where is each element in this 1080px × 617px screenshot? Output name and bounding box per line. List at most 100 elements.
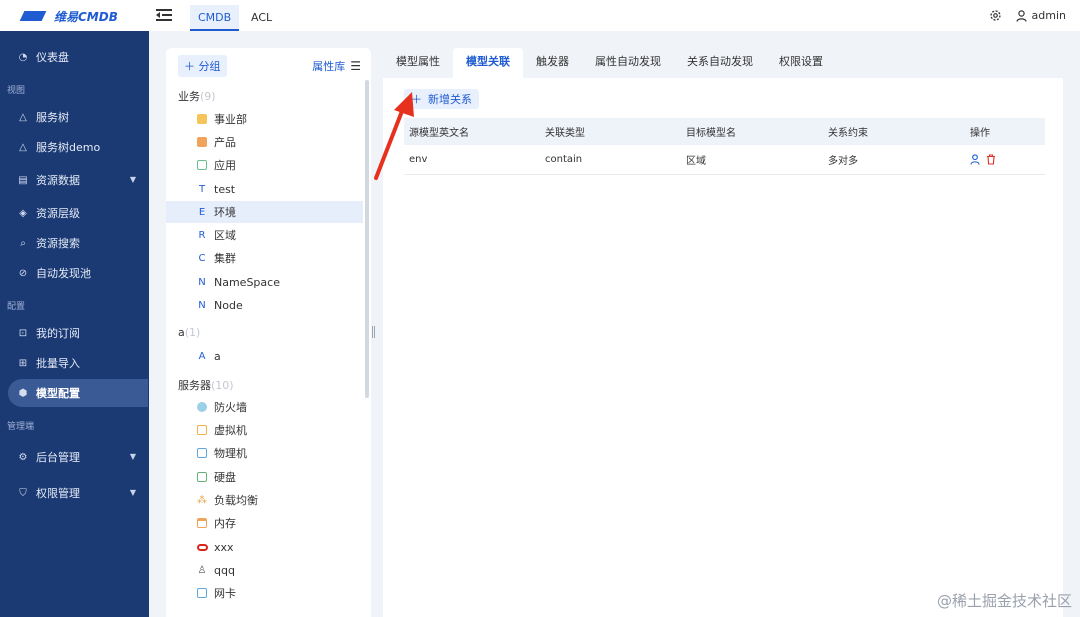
- sidebar-item-my-subscriptions[interactable]: ⊡ 我的订阅: [8, 319, 148, 347]
- bookmark-icon: ⊡: [18, 327, 28, 339]
- tree-item-xxx[interactable]: xxx: [166, 536, 363, 558]
- group-title-a[interactable]: a(1): [178, 326, 200, 339]
- sidebar-item-label: 资源层级: [36, 207, 80, 220]
- add-group-button[interactable]: ＋ 分组: [178, 55, 227, 77]
- table-header: 源模型英文名 关联类型 目标模型名 关系约束 操作: [404, 118, 1045, 145]
- tree-item-a[interactable]: A a: [166, 345, 363, 367]
- letter-n-icon: N: [198, 276, 206, 288]
- sidebar-section-view: 视图: [7, 86, 26, 96]
- annotation-arrow-icon: [374, 92, 414, 180]
- tree-item-label: 防火墙: [214, 401, 247, 414]
- app-icon: [196, 159, 208, 171]
- top-bar: 维易CMDB CMDB ACL admin: [0, 0, 1080, 31]
- table-row: env contain 区域 多对多: [404, 145, 1045, 175]
- tree-item-region[interactable]: R 区域: [166, 224, 363, 246]
- tree-item-load-balancer[interactable]: ⁂ 负载均衡: [166, 489, 363, 511]
- top-tab-acl[interactable]: ACL: [243, 5, 280, 31]
- tree-item-qqq[interactable]: ♙ qqq: [166, 559, 363, 581]
- logo-text: 维易CMDB: [54, 9, 118, 24]
- tab-model-relations[interactable]: 模型关联: [453, 48, 523, 78]
- sidebar-section-config: 配置: [7, 302, 26, 312]
- tree-item-memory[interactable]: 内存: [166, 512, 363, 534]
- group-count: (9): [200, 90, 216, 103]
- tree-item-disk[interactable]: 硬盘: [166, 466, 363, 488]
- tree-item-label: xxx: [214, 540, 234, 554]
- tab-relation-autodiscovery[interactable]: 关系自动发现: [674, 48, 766, 78]
- tree-item-label: Node: [214, 298, 243, 312]
- tree-icon: △: [19, 111, 27, 123]
- tab-model-attributes[interactable]: 模型属性: [383, 48, 453, 78]
- layers-icon: ◈: [19, 207, 27, 219]
- tree-item-cluster[interactable]: C 集群: [166, 247, 363, 269]
- plus-icon: ＋: [184, 60, 199, 73]
- letter-n-icon: N: [198, 299, 206, 311]
- chevron-down-icon: ▼: [129, 175, 136, 184]
- tab-permissions[interactable]: 权限设置: [766, 48, 836, 78]
- tree-item-business-unit[interactable]: 事业部: [166, 108, 363, 130]
- sidebar-item-label: 服务树demo: [36, 141, 101, 154]
- tree-item-label: 区域: [214, 229, 236, 242]
- logo[interactable]: 维易CMDB: [22, 6, 118, 26]
- permission-user-icon[interactable]: [970, 154, 980, 165]
- cell-target: 区域: [686, 156, 706, 167]
- attribute-library-label: 属性库: [312, 60, 346, 73]
- sidebar-item-label: 自动发现池: [36, 267, 91, 280]
- cell-source: env: [409, 154, 428, 165]
- sidebar-item-discovery-pool[interactable]: ⊘ 自动发现池: [8, 259, 148, 287]
- tree-item-node[interactable]: N Node: [166, 294, 363, 316]
- column-header-actions: 操作: [970, 128, 990, 139]
- tree-item-application[interactable]: 应用: [166, 154, 363, 176]
- sidebar-item-service-tree[interactable]: △ 服务树: [8, 103, 148, 131]
- disk-icon: [196, 471, 208, 483]
- sidebar-item-label: 后台管理: [36, 451, 80, 464]
- tree-item-product[interactable]: 产品: [166, 131, 363, 153]
- delete-trash-icon[interactable]: [986, 154, 996, 165]
- dashboard-icon: ◔: [18, 51, 28, 63]
- discover-icon: ⊘: [18, 267, 28, 279]
- import-icon: ⊞: [18, 357, 28, 369]
- column-header-source: 源模型英文名: [409, 128, 469, 139]
- tree-item-nic[interactable]: 网卡: [166, 582, 363, 604]
- relations-content: ＋ 新增关系 源模型英文名 关联类型 目标模型名 关系约束 操作 env con…: [383, 78, 1063, 617]
- model-icon: ⬢: [18, 387, 28, 399]
- top-tab-cmdb[interactable]: CMDB: [190, 5, 240, 31]
- sidebar-item-resource-data[interactable]: ▤ 资源数据 ▼: [8, 166, 148, 194]
- oracle-icon: [196, 541, 208, 553]
- tree-item-env[interactable]: E 环境: [166, 201, 363, 223]
- sidebar-item-permission-admin[interactable]: ⛉ 权限管理 ▼: [8, 479, 148, 507]
- main-panel: 模型属性 模型关联 触发器 属性自动发现 关系自动发现 权限设置 ＋ 新增关系 …: [383, 48, 1063, 617]
- group-title-servers[interactable]: 服务器(10): [178, 377, 234, 393]
- memory-icon: [196, 517, 208, 529]
- server-icon: [196, 447, 208, 459]
- group-title-business[interactable]: 业务(9): [178, 88, 216, 104]
- user-menu[interactable]: admin: [1015, 9, 1066, 22]
- tree-item-label: 内存: [214, 517, 236, 530]
- sidebar-item-backend-admin[interactable]: ⚙ 后台管理 ▼: [8, 443, 148, 471]
- tree-item-vm[interactable]: 虚拟机: [166, 419, 363, 441]
- settings-gear-icon[interactable]: [989, 9, 1002, 22]
- tree-item-physical-server[interactable]: 物理机: [166, 442, 363, 464]
- panel-resize-handle[interactable]: [372, 326, 375, 338]
- tree-item-namespace[interactable]: N NameSpace: [166, 271, 363, 293]
- tree-item-firewall[interactable]: 防火墙: [166, 396, 363, 418]
- column-header-type: 关联类型: [545, 128, 585, 139]
- gear-icon: ⚙: [18, 451, 28, 463]
- tree-scrollbar[interactable]: [365, 80, 369, 398]
- tree-item-label: 负载均衡: [214, 494, 258, 507]
- sidebar-item-resource-layers[interactable]: ◈ 资源层级: [8, 199, 148, 227]
- menu-collapse-icon[interactable]: [156, 8, 172, 22]
- sidebar-item-model-config[interactable]: ⬢ 模型配置: [8, 379, 148, 407]
- cell-actions: [970, 154, 1045, 165]
- sidebar-item-resource-search[interactable]: ⌕ 资源搜索: [8, 229, 148, 257]
- tab-triggers[interactable]: 触发器: [523, 48, 582, 78]
- tree-item-test[interactable]: T test: [166, 178, 363, 200]
- sidebar-item-batch-import[interactable]: ⊞ 批量导入: [8, 349, 148, 377]
- sidebar-item-dashboard[interactable]: ◔ 仪表盘: [8, 43, 148, 71]
- group-count: (10): [211, 379, 234, 392]
- tab-attribute-autodiscovery[interactable]: 属性自动发现: [582, 48, 674, 78]
- column-header-target: 目标模型名: [686, 128, 736, 139]
- attribute-library-link[interactable]: 属性库 ☰: [312, 58, 361, 74]
- sidebar-section-admin: 管理端: [7, 422, 35, 432]
- sidebar-item-service-tree-demo[interactable]: △ 服务树demo: [8, 133, 148, 161]
- watermark: @稀土掘金技术社区: [936, 592, 1072, 610]
